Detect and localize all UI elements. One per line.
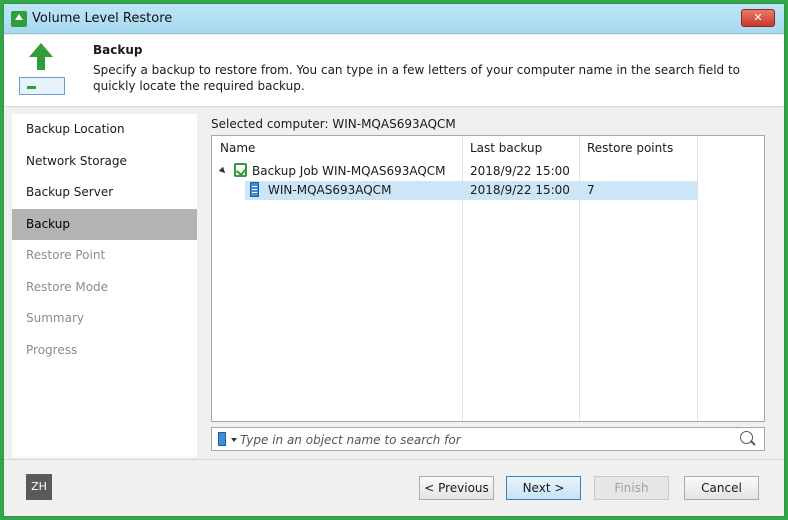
column-header-restore-points[interactable]: Restore points bbox=[587, 141, 673, 155]
search-box bbox=[211, 427, 765, 451]
close-button[interactable]: ✕ bbox=[741, 9, 775, 27]
sidebar-item-progress: Progress bbox=[26, 342, 78, 357]
table-row-backup-job[interactable]: Backup Job WIN-MQAS693AQCM 2018/9/22 15:… bbox=[212, 162, 764, 181]
window-title: Volume Level Restore bbox=[32, 11, 173, 26]
sidebar-item-backup[interactable]: Backup bbox=[12, 208, 197, 240]
step-title: Backup bbox=[93, 43, 143, 57]
volume-level-restore-window: Volume Level Restore ✕ Backup Specify a … bbox=[3, 3, 785, 517]
cancel-button[interactable]: Cancel bbox=[684, 476, 759, 500]
chevron-down-icon[interactable] bbox=[231, 438, 237, 442]
row-restore-points: 7 bbox=[587, 183, 595, 197]
finish-button: Finish bbox=[594, 476, 669, 500]
sidebar-item-summary: Summary bbox=[26, 311, 84, 325]
step-description: Specify a backup to restore from. You ca… bbox=[93, 63, 741, 93]
search-icon[interactable] bbox=[740, 431, 756, 447]
row-last-backup: 2018/9/22 15:00 bbox=[470, 183, 570, 197]
column-header-name[interactable]: Name bbox=[220, 141, 255, 155]
previous-button[interactable]: < Previous bbox=[419, 476, 494, 500]
wizard-header: Backup Specify a backup to restore from.… bbox=[4, 35, 784, 107]
table-row-computer[interactable]: WIN-MQAS693AQCM 2018/9/22 15:00 7 bbox=[245, 181, 698, 200]
search-input[interactable] bbox=[240, 431, 730, 449]
sidebar-item-network-storage[interactable]: Network Storage bbox=[12, 146, 197, 178]
language-indicator[interactable]: ZH bbox=[26, 474, 52, 500]
computer-backup-icon bbox=[250, 182, 259, 197]
restore-app-icon bbox=[11, 11, 27, 27]
backup-tree-grid[interactable]: Name Last backup Restore points Backup J… bbox=[211, 135, 765, 422]
wizard-footer: ZH < Previous Next > Finish Cancel bbox=[4, 459, 784, 516]
column-header-last-backup[interactable]: Last backup bbox=[470, 141, 542, 155]
row-name: WIN-MQAS693AQCM bbox=[268, 183, 392, 197]
row-last-backup: 2018/9/22 15:00 bbox=[470, 164, 570, 178]
sidebar-item-restore-point: Restore Point bbox=[26, 248, 106, 262]
backup-selection-panel: Selected computer: WIN-MQAS693AQCM Name … bbox=[208, 114, 768, 457]
row-name: Backup Job WIN-MQAS693AQCM bbox=[252, 164, 446, 178]
object-type-icon[interactable] bbox=[218, 432, 226, 446]
sidebar-item-restore-mode: Restore Mode bbox=[26, 279, 109, 294]
backup-job-icon bbox=[234, 163, 247, 177]
title-bar: Volume Level Restore ✕ bbox=[4, 4, 784, 34]
sidebar-item-backup-location[interactable]: Backup Location bbox=[12, 114, 197, 146]
next-button[interactable]: Next > bbox=[506, 476, 581, 500]
sidebar-item-backup-server[interactable]: Backup Server bbox=[12, 177, 197, 209]
selected-computer-label: Selected computer: WIN-MQAS693AQCM bbox=[211, 117, 456, 131]
collapse-arrow-icon[interactable] bbox=[218, 166, 228, 176]
restore-volume-icon bbox=[16, 43, 68, 99]
wizard-steps-sidebar: Backup Location Network Storage Backup S… bbox=[12, 114, 197, 457]
